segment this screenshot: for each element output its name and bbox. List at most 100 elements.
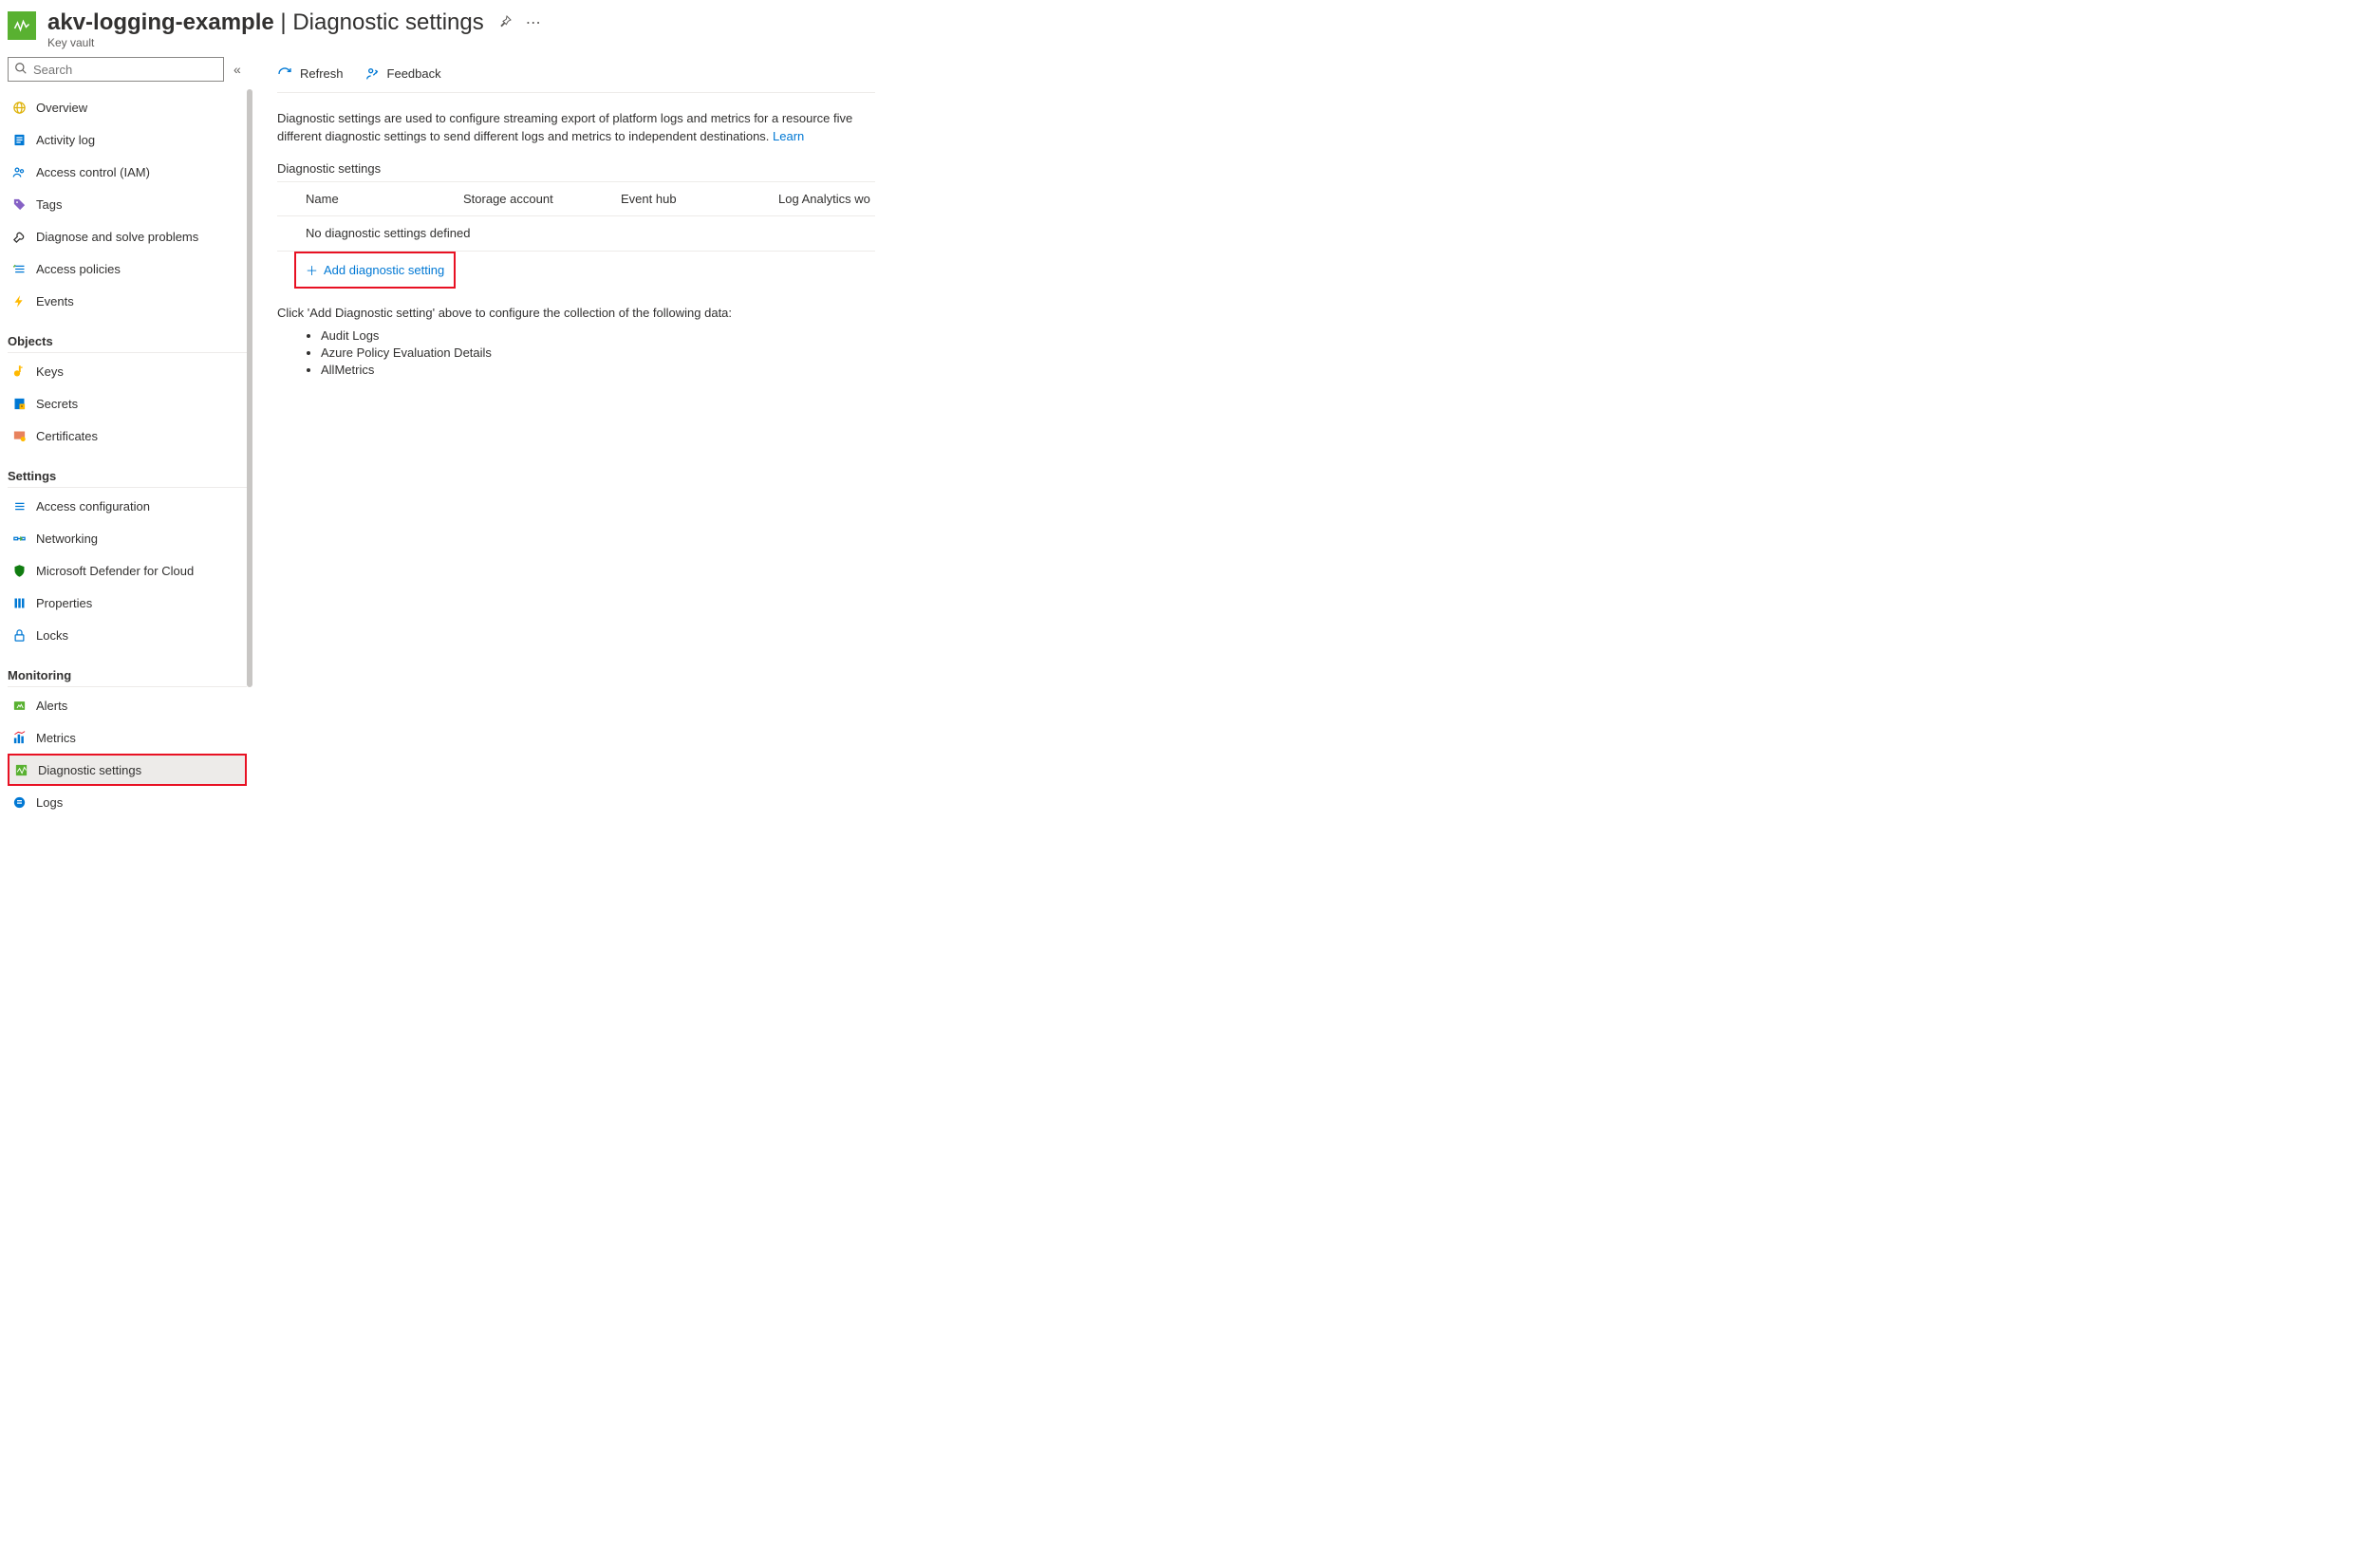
- sidebar-item-locks[interactable]: Locks: [8, 619, 247, 651]
- learn-more-link[interactable]: Learn: [773, 129, 804, 143]
- sidebar-item-label: Activity log: [36, 133, 95, 147]
- sidebar-item-metrics[interactable]: Metrics: [8, 721, 247, 754]
- list-icon: [11, 261, 27, 276]
- add-diagnostic-setting-button[interactable]: ＋ Add diagnostic setting: [296, 253, 454, 287]
- sidebar-item-access-config[interactable]: Access configuration: [8, 490, 247, 522]
- sidebar-item-tags[interactable]: Tags: [8, 188, 247, 220]
- sidebar-search[interactable]: [8, 57, 224, 82]
- sidebar-item-overview[interactable]: Overview: [8, 91, 247, 123]
- sidebar-item-defender[interactable]: Microsoft Defender for Cloud: [8, 554, 247, 587]
- sidebar-item-keys[interactable]: Keys: [8, 355, 247, 387]
- section-label: Diagnostic settings: [277, 161, 875, 176]
- sidebar-scrollbar[interactable]: [247, 89, 252, 697]
- sidebar-item-label: Metrics: [36, 731, 76, 745]
- lightning-icon: [11, 293, 27, 308]
- data-type-item: Audit Logs: [321, 327, 875, 345]
- description-text: Diagnostic settings are used to configur…: [277, 110, 875, 146]
- page-header: akv-logging-example | Diagnostic setting…: [0, 0, 1287, 55]
- col-la: Log Analytics wo: [778, 192, 875, 206]
- sidebar-item-label: Tags: [36, 197, 62, 212]
- sidebar-item-certificates[interactable]: Certificates: [8, 420, 247, 452]
- tag-icon: [11, 196, 27, 212]
- logs-icon: [11, 794, 27, 810]
- pin-icon[interactable]: [497, 14, 513, 32]
- toolbar: Refresh Feedback: [277, 55, 875, 93]
- add-label: Add diagnostic setting: [324, 263, 444, 277]
- sidebar-item-logs[interactable]: Logs: [8, 786, 247, 818]
- sidebar: « Overview Activity log Access control (…: [0, 55, 247, 826]
- col-storage: Storage account: [463, 192, 621, 206]
- sidebar-item-activity-log[interactable]: Activity log: [8, 123, 247, 156]
- sidebar-item-access-policies[interactable]: Access policies: [8, 252, 247, 285]
- sidebar-group-monitoring: Monitoring: [8, 668, 247, 682]
- refresh-button[interactable]: Refresh: [277, 66, 344, 82]
- blade-title: Diagnostic settings: [292, 9, 483, 35]
- shield-icon: [11, 563, 27, 578]
- table-header-row: Name Storage account Event hub Log Analy…: [277, 182, 875, 216]
- network-icon: [11, 531, 27, 546]
- sidebar-item-alerts[interactable]: Alerts: [8, 689, 247, 721]
- sidebar-item-label: Locks: [36, 628, 68, 643]
- sidebar-item-label: Overview: [36, 101, 87, 115]
- instruction-block: Click 'Add Diagnostic setting' above to …: [277, 306, 875, 380]
- refresh-label: Refresh: [300, 66, 344, 81]
- diagnostic-settings-table: Name Storage account Event hub Log Analy…: [277, 181, 875, 252]
- sidebar-item-properties[interactable]: Properties: [8, 587, 247, 619]
- feedback-icon: [364, 66, 380, 82]
- sidebar-search-input[interactable]: [33, 63, 217, 77]
- sidebar-item-label: Events: [36, 294, 74, 308]
- instruction-text: Click 'Add Diagnostic setting' above to …: [277, 306, 875, 320]
- more-icon[interactable]: ⋯: [526, 13, 542, 32]
- log-icon: [11, 132, 27, 147]
- divider: [8, 487, 247, 488]
- sidebar-item-label: Networking: [36, 532, 98, 546]
- resource-name: akv-logging-example: [47, 9, 274, 35]
- sidebar-item-access-control[interactable]: Access control (IAM): [8, 156, 247, 188]
- col-event: Event hub: [621, 192, 778, 206]
- alert-icon: [11, 698, 27, 713]
- sidebar-item-label: Keys: [36, 364, 64, 379]
- data-type-item: Azure Policy Evaluation Details: [321, 345, 875, 362]
- feedback-button[interactable]: Feedback: [364, 66, 441, 82]
- globe-icon: [11, 100, 27, 115]
- metrics-icon: [11, 730, 27, 745]
- sidebar-item-label: Alerts: [36, 699, 67, 713]
- key-icon: [11, 364, 27, 379]
- certificate-icon: [11, 428, 27, 443]
- col-name: Name: [306, 192, 463, 206]
- sidebar-group-objects: Objects: [8, 334, 247, 348]
- diagnostic-icon: [13, 762, 28, 777]
- sidebar-item-label: Properties: [36, 596, 92, 610]
- divider: [8, 686, 247, 687]
- keyvault-icon: [8, 11, 36, 40]
- collapse-sidebar-icon[interactable]: «: [233, 62, 241, 77]
- sidebar-item-label: Diagnose and solve problems: [36, 230, 198, 244]
- sidebar-item-label: Logs: [36, 795, 63, 810]
- sidebar-group-settings: Settings: [8, 469, 247, 483]
- resource-type-label: Key vault: [47, 36, 542, 49]
- divider: [8, 352, 247, 353]
- lock-icon: [11, 627, 27, 643]
- plus-icon: ＋: [306, 261, 318, 279]
- secret-icon: [11, 396, 27, 411]
- sidebar-item-label: Diagnostic settings: [38, 763, 141, 777]
- search-icon: [14, 62, 28, 78]
- sidebar-item-diagnostic-settings[interactable]: Diagnostic settings: [8, 754, 247, 786]
- sidebar-item-label: Microsoft Defender for Cloud: [36, 564, 194, 578]
- wrench-icon: [11, 229, 27, 244]
- sidebar-item-events[interactable]: Events: [8, 285, 247, 317]
- properties-icon: [11, 595, 27, 610]
- sidebar-item-label: Access policies: [36, 262, 121, 276]
- data-type-item: AllMetrics: [321, 362, 875, 379]
- main-content: Refresh Feedback Diagnostic settings are…: [247, 55, 875, 379]
- page-title: akv-logging-example | Diagnostic setting…: [47, 9, 484, 36]
- sidebar-item-diagnose[interactable]: Diagnose and solve problems: [8, 220, 247, 252]
- feedback-label: Feedback: [387, 66, 441, 81]
- people-icon: [11, 164, 27, 179]
- sidebar-item-label: Secrets: [36, 397, 78, 411]
- table-empty-row: No diagnostic settings defined: [277, 216, 875, 251]
- sidebar-item-networking[interactable]: Networking: [8, 522, 247, 554]
- sidebar-item-label: Certificates: [36, 429, 98, 443]
- sidebar-item-secrets[interactable]: Secrets: [8, 387, 247, 420]
- sidebar-item-label: Access control (IAM): [36, 165, 150, 179]
